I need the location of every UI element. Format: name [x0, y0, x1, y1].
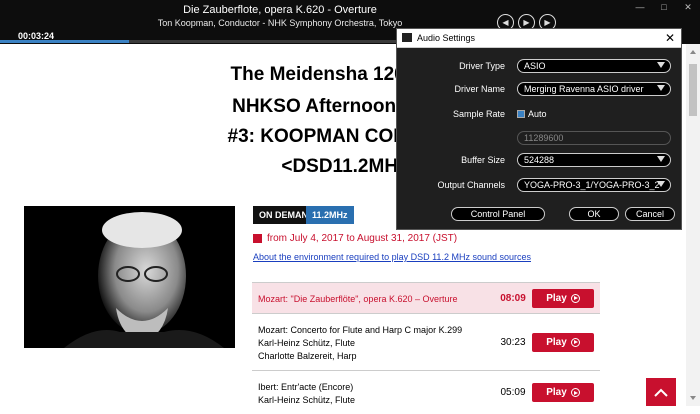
output-channels-select[interactable]: YOGA-PRO-3_1/YOGA-PRO-3_2 — [517, 178, 671, 192]
track-duration: 08:09 — [498, 283, 528, 314]
conductor-photo — [24, 206, 235, 348]
chevron-down-icon — [657, 156, 665, 162]
track-duration: 05:09 — [498, 371, 528, 414]
track-line: Charlotte Balzereit, Harp — [258, 350, 492, 363]
play-circle-icon — [571, 388, 580, 397]
play-circle-icon — [571, 294, 580, 303]
next-icon: ▶ — [544, 18, 550, 27]
period-text: from July 4, 2017 to August 31, 2017 (JS… — [267, 233, 457, 244]
page-scrollbar[interactable] — [686, 44, 700, 406]
audio-settings-dialog: Audio Settings ✕ Driver Type ASIO Driver… — [396, 28, 682, 230]
track-duration: 30:23 — [498, 314, 528, 371]
track-info: Ibert: Entr'acte (Encore) Karl-Heinz Sch… — [252, 371, 498, 414]
track-play-button[interactable]: Play — [532, 289, 594, 308]
sample-rate-auto-checkbox[interactable]: Auto — [517, 109, 547, 119]
sample-rate-label: Sample Rate — [397, 109, 505, 119]
track-line: Karl-Heinz Schütz, Flute — [258, 394, 492, 407]
track-line: Karl-Heinz Schütz, Flute — [258, 337, 492, 350]
maximize-button[interactable]: □ — [652, 0, 676, 14]
buffer-size-label: Buffer Size — [397, 155, 505, 165]
track-play-button[interactable]: Play — [532, 383, 594, 402]
chevron-down-icon — [657, 85, 665, 91]
driver-name-label: Driver Name — [397, 84, 505, 94]
play-circle-icon — [571, 338, 580, 347]
control-panel-button[interactable]: Control Panel — [451, 207, 545, 221]
sample-rate-field: 11289600 — [517, 131, 671, 145]
track-line: Mozart: "Die Zauberflöte", opera K.620 –… — [258, 293, 492, 306]
track-list: Mozart: "Die Zauberflöte", opera K.620 –… — [252, 282, 600, 414]
dialog-close-icon[interactable]: ✕ — [665, 31, 675, 45]
chevron-down-icon — [657, 181, 665, 187]
track-row: Mozart: Concerto for Flute and Harp C ma… — [252, 314, 600, 371]
app-icon — [402, 33, 412, 42]
track-play-button[interactable]: Play — [532, 333, 594, 352]
prev-icon: ◀ — [502, 18, 508, 27]
track-line: Mozart: Concerto for Flute and Harp C ma… — [258, 324, 492, 337]
play-icon: ▶ — [523, 18, 529, 27]
scroll-up-icon — [690, 50, 696, 54]
chevron-down-icon — [657, 62, 665, 68]
scroll-thumb[interactable] — [689, 64, 697, 116]
back-to-top-button[interactable] — [646, 378, 676, 406]
cancel-button[interactable]: Cancel — [625, 207, 675, 221]
track-row: Mozart: "Die Zauberflöte", opera K.620 –… — [252, 283, 600, 314]
progress-fill — [0, 40, 129, 43]
track-line: Ibert: Entr'acte (Encore) — [258, 381, 492, 394]
dialog-titlebar: Audio Settings ✕ — [397, 29, 681, 48]
track-info: Mozart: Concerto for Flute and Harp C ma… — [252, 314, 498, 371]
minimize-button[interactable]: — — [628, 0, 652, 14]
quality-badge: 11.2MHz — [306, 206, 354, 224]
availability-period: from July 4, 2017 to August 31, 2017 (JS… — [253, 233, 457, 244]
ok-button[interactable]: OK — [569, 207, 619, 221]
now-playing-artist: Ton Koopman, Conductor - NHK Symphony Or… — [0, 18, 560, 28]
track-info: Mozart: "Die Zauberflöte", opera K.620 –… — [252, 283, 498, 314]
calendar-icon — [253, 234, 262, 243]
scroll-down-icon — [690, 396, 696, 400]
driver-type-select[interactable]: ASIO — [517, 59, 671, 73]
driver-name-select[interactable]: Merging Ravenna ASIO driver — [517, 82, 671, 96]
buffer-size-select[interactable]: 524288 — [517, 153, 671, 167]
chevron-up-icon — [654, 388, 668, 397]
driver-type-label: Driver Type — [397, 61, 505, 71]
environment-link[interactable]: About the environment required to play D… — [253, 252, 531, 262]
track-row: Ibert: Entr'acte (Encore) Karl-Heinz Sch… — [252, 371, 600, 414]
dialog-title: Audio Settings — [417, 33, 475, 43]
now-playing-title: Die Zauberflote, opera K.620 - Overture — [0, 4, 560, 16]
output-channels-label: Output Channels — [397, 180, 505, 190]
close-window-button[interactable]: ✕ — [676, 0, 700, 14]
checkbox-checked-icon — [517, 110, 525, 118]
